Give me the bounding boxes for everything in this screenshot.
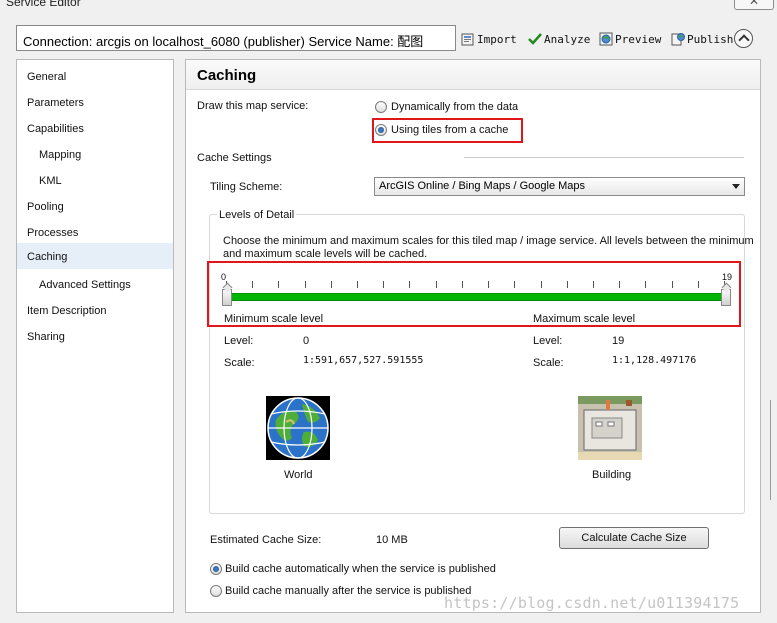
slider-tick — [671, 281, 673, 288]
levels-of-detail-label: Levels of Detail — [217, 209, 297, 221]
import-label[interactable]: Import — [477, 33, 517, 46]
max-scale-value: 1:1,128.497176 — [612, 355, 697, 366]
building-map-icon — [578, 396, 642, 460]
sidebar-item-kml[interactable]: KML — [17, 169, 173, 193]
slider-tick — [435, 281, 437, 288]
slider-tick — [409, 281, 411, 288]
sidebar-item-processes[interactable]: Processes — [17, 221, 173, 245]
page-title: Caching — [197, 67, 257, 84]
tiles-option-label[interactable]: Using tiles from a cache — [391, 124, 508, 136]
slider-tick — [645, 281, 647, 288]
publish-button[interactable]: Publish — [671, 30, 733, 48]
sidebar-item-advanced-settings[interactable]: Advanced Settings — [17, 273, 173, 297]
slider-tick — [514, 281, 516, 288]
slider-tick — [357, 281, 359, 288]
estimated-size-label: Estimated Cache Size: — [210, 534, 322, 546]
slider-tick — [278, 281, 280, 288]
min-scale-value: 1:591,657,527.591555 — [303, 355, 424, 366]
import-icon — [461, 33, 474, 46]
sidebar-item-pooling[interactable]: Pooling — [17, 195, 173, 219]
sidebar-item-parameters[interactable]: Parameters — [17, 91, 173, 115]
import-button[interactable]: Import — [461, 30, 517, 48]
world-globe-icon — [266, 396, 330, 460]
publish-label[interactable]: Publish — [687, 33, 733, 46]
min-level-label: Level: — [224, 335, 254, 347]
world-caption: World — [284, 469, 313, 481]
sidebar-item-mapping[interactable]: Mapping — [17, 143, 173, 167]
lod-description-line2: and maximum scale levels will be cached. — [223, 248, 428, 260]
building-caption: Building — [592, 469, 632, 481]
max-scale-label: Scale: — [533, 357, 564, 369]
connection-info: Connection: arcgis on localhost_6080 (pu… — [16, 25, 456, 51]
slider-tick — [488, 281, 490, 288]
sidebar-item-capabilities[interactable]: Capabilities — [17, 117, 173, 141]
slider-tick — [304, 281, 306, 288]
slider-tick — [619, 281, 621, 288]
tiling-scheme-label: Tiling Scheme: — [210, 181, 283, 193]
slider-tick — [252, 281, 254, 288]
analyze-button[interactable]: Analyze — [528, 30, 590, 48]
dynamic-radio[interactable] — [375, 101, 387, 113]
section-divider — [464, 157, 744, 158]
title-bar: Service Editor ✕ — [0, 0, 777, 12]
watermark-text: https://blog.csdn.net/u011394175 — [444, 594, 740, 612]
window-title: Service Editor — [6, 0, 81, 9]
min-level-value: 0 — [303, 335, 310, 347]
slider-tick — [697, 281, 699, 288]
analyze-label[interactable]: Analyze — [544, 33, 590, 46]
sidebar-item-caching[interactable]: Caching — [17, 243, 173, 269]
build-auto-label[interactable]: Build cache automatically when the servi… — [225, 563, 496, 575]
cache-settings-heading: Cache Settings — [197, 152, 272, 164]
preview-button[interactable]: Preview — [599, 30, 661, 48]
lod-description-line1: Choose the minimum and maximum scales fo… — [223, 235, 754, 247]
scale-range-slider[interactable] — [226, 293, 724, 301]
panel-header: Caching — [186, 60, 760, 90]
tiles-radio[interactable] — [375, 124, 387, 136]
sidebar: General Parameters Capabilities Mapping … — [16, 59, 174, 613]
slider-tick — [330, 281, 332, 288]
slider-tick — [383, 281, 385, 288]
preview-globe-icon — [599, 32, 613, 46]
slider-tick — [540, 281, 542, 288]
dynamic-option-label[interactable]: Dynamically from the data — [391, 101, 518, 113]
publish-icon — [671, 33, 685, 46]
slider-max-thumb[interactable] — [721, 289, 731, 306]
collapse-chevron-up-icon[interactable] — [734, 29, 753, 48]
close-button[interactable]: ✕ — [734, 0, 774, 10]
min-scale-heading: Minimum scale level — [224, 313, 324, 325]
caching-panel: Caching Draw this map service: Dynamical… — [185, 59, 761, 613]
draw-service-label: Draw this map service: — [197, 100, 309, 112]
sidebar-item-sharing[interactable]: Sharing — [17, 325, 173, 349]
close-icon[interactable]: ✕ — [749, 0, 759, 8]
tiling-scheme-select[interactable]: ArcGIS Online / Bing Maps / Google Maps — [374, 177, 745, 196]
estimated-size-value: 10 MB — [376, 534, 408, 546]
min-scale-label: Scale: — [224, 357, 255, 369]
slider-min-thumb[interactable] — [222, 289, 232, 306]
calculate-cache-size-button[interactable]: Calculate Cache Size — [559, 527, 709, 549]
max-level-value: 19 — [612, 335, 625, 347]
window-edge — [770, 400, 777, 500]
slider-tick — [592, 281, 594, 288]
build-auto-radio[interactable] — [210, 563, 222, 575]
sidebar-item-item-description[interactable]: Item Description — [17, 299, 173, 323]
max-scale-heading: Maximum scale level — [533, 313, 636, 325]
sidebar-item-general[interactable]: General — [17, 65, 173, 89]
checkmark-icon — [528, 33, 542, 45]
slider-tick — [461, 281, 463, 288]
dropdown-arrow-icon[interactable] — [732, 184, 740, 189]
tiling-scheme-value[interactable]: ArcGIS Online / Bing Maps / Google Maps — [379, 180, 585, 192]
preview-label[interactable]: Preview — [615, 33, 661, 46]
slider-tick — [566, 281, 568, 288]
max-level-label: Level: — [533, 335, 563, 347]
build-manual-label[interactable]: Build cache manually after the service i… — [225, 585, 471, 597]
build-manual-radio[interactable] — [210, 585, 222, 597]
